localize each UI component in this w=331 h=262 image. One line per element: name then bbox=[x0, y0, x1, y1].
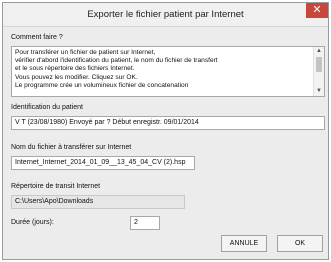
memo-scrollbar[interactable]: ▲ ▼ bbox=[313, 47, 324, 96]
title-bar[interactable]: Exporter le fichier patient par Internet… bbox=[3, 3, 328, 27]
cancel-button[interactable]: ANNULE bbox=[221, 235, 267, 252]
scroll-up-icon[interactable]: ▲ bbox=[314, 47, 324, 56]
file-name-field[interactable]: Internet_Internet_2014_01_09__13_45_04_C… bbox=[11, 156, 195, 170]
duration-label: Durée (jours): bbox=[11, 219, 54, 226]
patient-id-field[interactable]: V T (23/08/1980) Envoyé par ? Début enre… bbox=[11, 116, 325, 130]
close-button[interactable]: ✕ bbox=[306, 3, 328, 18]
file-name-label: Nom du fichier à transférer sur Internet bbox=[11, 144, 132, 151]
transit-dir-label: Répertoire de transit Internet bbox=[11, 183, 101, 190]
scroll-thumb[interactable] bbox=[316, 57, 322, 72]
instructions-memo[interactable]: Pour transférer un fichier de patient su… bbox=[11, 46, 325, 97]
ok-button[interactable]: OK bbox=[277, 235, 323, 252]
duration-field[interactable]: 2 bbox=[130, 216, 160, 230]
dialog-title: Exporter le fichier patient par Internet bbox=[87, 9, 244, 20]
instruction-line: et le sous répertoire des fichiers Inter… bbox=[15, 65, 135, 73]
instruction-line: Vous pouvez les modifier. Cliquez sur OK… bbox=[15, 73, 138, 81]
comment-label: Comment faire ? bbox=[11, 34, 63, 41]
instruction-line: vérifier d'abord l'identification du pat… bbox=[15, 57, 218, 65]
instruction-line: Pour transférer un fichier de patient su… bbox=[15, 49, 156, 56]
patient-id-label: Identification du patient bbox=[11, 104, 83, 111]
scroll-down-icon[interactable]: ▼ bbox=[314, 87, 324, 96]
export-dialog: Exporter le fichier patient par Internet… bbox=[2, 2, 329, 260]
transit-dir-field: C:\Users\Apo\Downloads bbox=[11, 195, 185, 209]
close-icon: ✕ bbox=[312, 3, 322, 16]
instruction-line: Le programme crée un volumineux fichier … bbox=[15, 81, 189, 89]
